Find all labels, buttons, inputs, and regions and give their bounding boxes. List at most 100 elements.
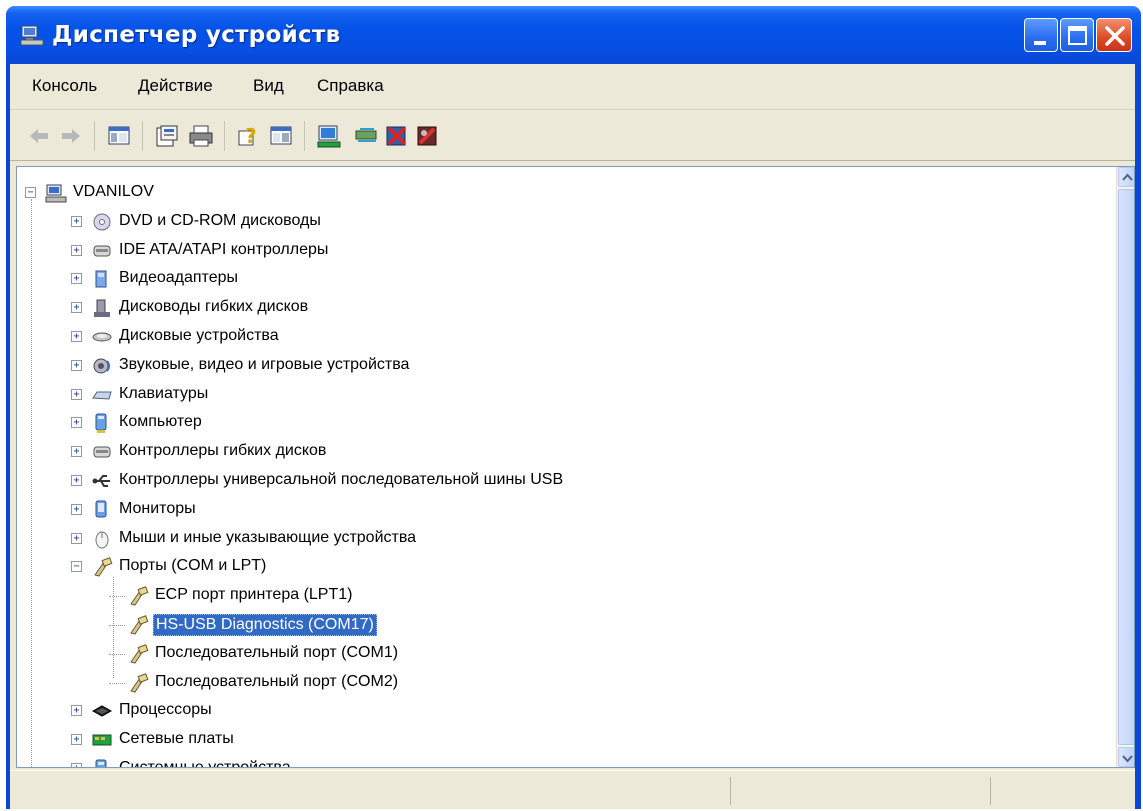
tree-device-node[interactable]: ECP порт принтера (LPT1) xyxy=(153,585,354,605)
collapse-toggle[interactable]: − xyxy=(71,561,82,573)
disk-drive-icon xyxy=(91,326,113,348)
expand-toggle[interactable]: + xyxy=(71,503,82,515)
collapse-toggle[interactable]: − xyxy=(25,187,36,198)
maximize-button[interactable] xyxy=(1060,18,1094,52)
window-client: Консоль Действие Вид Справка ? − VDANILO… xyxy=(10,64,1135,809)
tree-category-node[interactable]: Системные устройства xyxy=(117,758,293,767)
processor-icon xyxy=(91,700,113,722)
menu-view[interactable]: Вид xyxy=(253,76,284,96)
status-bar xyxy=(10,770,1135,809)
tree-category-node[interactable]: Процессоры xyxy=(117,700,214,720)
expand-toggle[interactable]: + xyxy=(71,734,82,746)
tree-connector xyxy=(109,653,125,655)
toolbar-separator xyxy=(142,121,143,151)
tree-category-node[interactable]: DVD и CD-ROM дисководы xyxy=(117,211,323,231)
tree-category-node[interactable]: Мониторы xyxy=(117,499,198,519)
uninstall-device-icon[interactable] xyxy=(414,123,440,149)
tree-category-node[interactable]: Дисководы гибких дисков xyxy=(117,297,310,317)
update-driver-icon[interactable] xyxy=(354,123,380,149)
status-panel xyxy=(990,777,1130,805)
forward-arrow-icon[interactable] xyxy=(58,123,84,149)
tree-category-node[interactable]: Мыши и иные указывающие устройства xyxy=(117,528,418,548)
show-hide-tree-icon[interactable] xyxy=(106,123,132,149)
display-adapter-icon xyxy=(91,268,113,290)
minimize-icon xyxy=(1034,41,1046,45)
port-icon xyxy=(91,556,113,578)
close-icon xyxy=(1105,26,1125,46)
vertical-scrollbar[interactable] xyxy=(1116,167,1134,767)
expand-toggle[interactable]: + xyxy=(71,475,82,486)
device-manager-window: Диспетчер устройств Консоль Действие Вид… xyxy=(6,6,1141,809)
toolbar-separator xyxy=(304,121,305,151)
port-icon xyxy=(127,643,149,665)
expand-toggle[interactable]: + xyxy=(71,331,82,342)
title-bar[interactable]: Диспетчер устройств xyxy=(6,6,1141,64)
scroll-up-button[interactable] xyxy=(1118,167,1134,187)
menu-bar: Консоль Действие Вид Справка xyxy=(10,64,1135,110)
tree-connector xyxy=(109,682,125,684)
expand-toggle[interactable]: + xyxy=(71,705,82,717)
computer-icon xyxy=(45,182,67,204)
expand-toggle[interactable]: + xyxy=(71,273,82,285)
tree-category-node[interactable]: Порты (COM и LPT) xyxy=(117,556,268,576)
tree-category-node[interactable]: Сетевые платы xyxy=(117,729,236,749)
port-icon xyxy=(127,585,149,607)
tree-device-node[interactable]: Последовательный порт (COM2) xyxy=(153,672,400,692)
tree-device-node[interactable]: HS-USB Diagnostics (COM17) xyxy=(153,614,377,636)
tree-category-node[interactable]: Видеоадаптеры xyxy=(117,268,240,288)
toolbar-separator xyxy=(224,121,225,151)
close-button[interactable] xyxy=(1096,18,1132,52)
scan-hardware-icon[interactable] xyxy=(316,123,342,149)
expand-toggle[interactable]: + xyxy=(71,244,82,256)
print-icon[interactable] xyxy=(188,123,214,149)
back-arrow-icon[interactable] xyxy=(26,123,52,149)
maximize-icon xyxy=(1068,26,1087,45)
scroll-down-button[interactable] xyxy=(1118,747,1134,767)
device-tree[interactable]: − VDANILOV + DVD и CD-ROM дисководы + IDE ATA… xyxy=(16,166,1135,768)
tree-root-node[interactable]: VDANILOV xyxy=(71,182,156,202)
expand-toggle[interactable]: + xyxy=(71,302,82,314)
keyboard-icon xyxy=(91,384,113,406)
tree-category-node[interactable]: Звуковые, видео и игровые устройства xyxy=(117,355,411,375)
expand-toggle[interactable]: + xyxy=(71,532,82,544)
expand-toggle[interactable]: + xyxy=(71,215,82,227)
menu-help[interactable]: Справка xyxy=(317,76,384,96)
expand-toggle[interactable]: + xyxy=(71,763,82,767)
scroll-thumb[interactable] xyxy=(1118,189,1134,745)
port-icon xyxy=(127,614,149,636)
floppy-controller-icon xyxy=(91,441,113,463)
properties-icon[interactable] xyxy=(154,123,180,149)
menu-action[interactable]: Действие xyxy=(138,76,213,96)
mouse-icon xyxy=(91,528,113,550)
tree-connector xyxy=(113,577,114,679)
floppy-drive-icon xyxy=(91,297,113,319)
status-panel xyxy=(730,777,990,805)
device-manager-icon xyxy=(20,24,44,46)
network-card-icon xyxy=(91,729,113,751)
disable-device-icon[interactable] xyxy=(384,123,410,149)
tree-device-node[interactable]: Последовательный порт (COM1) xyxy=(153,643,400,663)
cdrom-icon xyxy=(91,211,113,233)
expand-toggle[interactable]: + xyxy=(71,388,82,400)
usb-icon xyxy=(91,470,113,492)
toolbar-separator xyxy=(94,121,95,151)
tree-category-node[interactable]: Компьютер xyxy=(117,412,204,432)
sound-icon xyxy=(91,355,113,377)
tree-connector xyxy=(31,199,32,767)
show-hide-pane-icon[interactable] xyxy=(268,123,294,149)
tree-category-node[interactable]: Контроллеры универсальной последовательн… xyxy=(117,470,565,490)
menu-console[interactable]: Консоль xyxy=(32,76,97,96)
expand-toggle[interactable]: + xyxy=(71,446,82,458)
minimize-button[interactable] xyxy=(1024,18,1058,52)
help-icon[interactable]: ? xyxy=(236,123,262,149)
system-device-icon xyxy=(91,758,113,767)
tree-category-node[interactable]: Контроллеры гибких дисков xyxy=(117,441,328,461)
chevron-up-icon xyxy=(1122,173,1133,181)
tree-category-node[interactable]: Клавиатуры xyxy=(117,384,210,404)
expand-toggle[interactable]: + xyxy=(71,359,82,371)
computer-device-icon xyxy=(91,412,113,434)
tree-category-node[interactable]: Дисковые устройства xyxy=(117,326,281,346)
tree-category-node[interactable]: IDE ATA/ATAPI контроллеры xyxy=(117,240,330,260)
monitor-icon xyxy=(91,499,113,521)
expand-toggle[interactable]: + xyxy=(71,417,82,429)
